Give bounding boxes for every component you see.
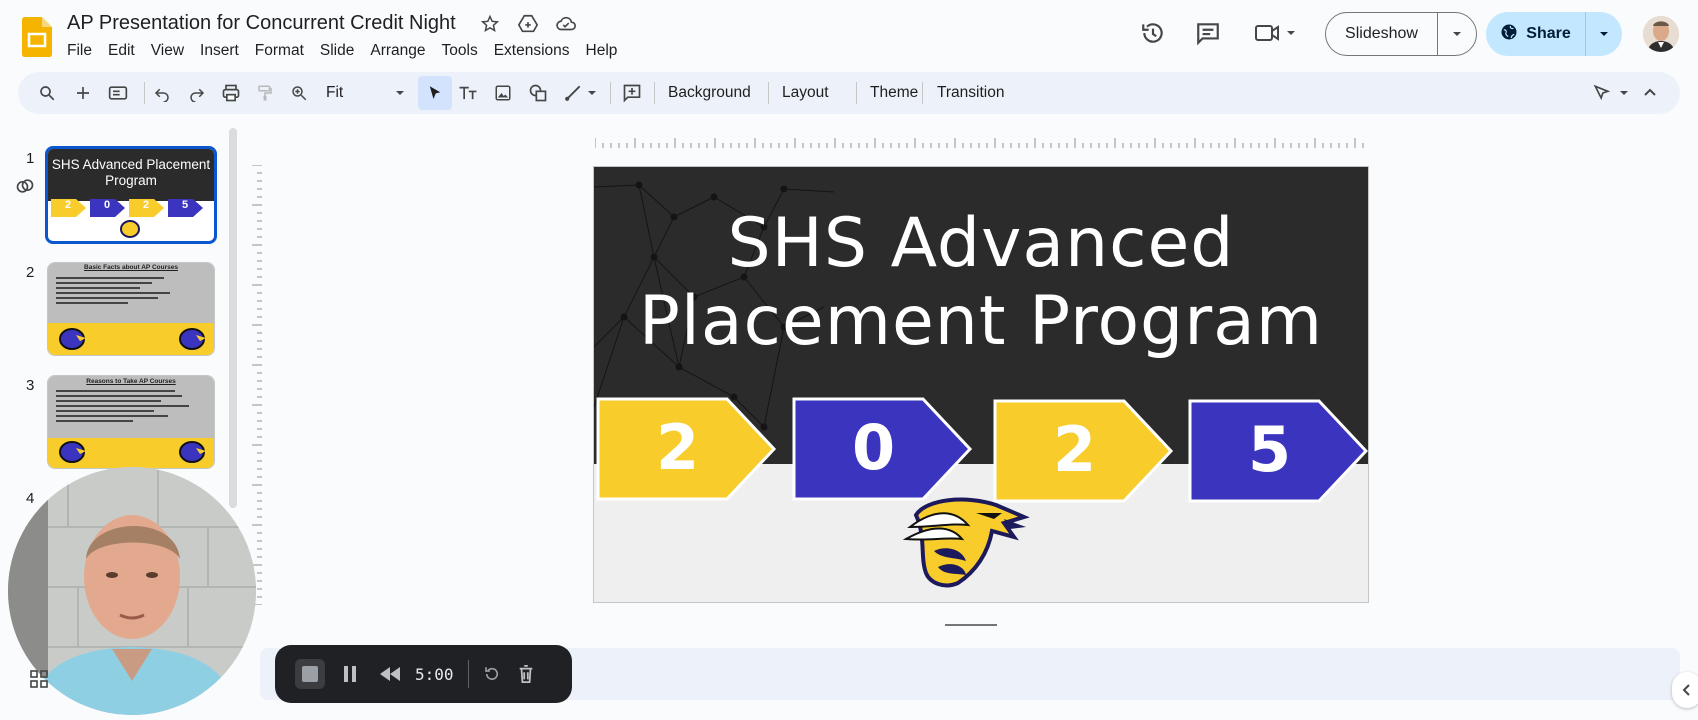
version-history-icon[interactable] bbox=[1139, 19, 1167, 47]
delete-recording-icon[interactable] bbox=[511, 659, 541, 689]
line-dropdown-icon[interactable] bbox=[584, 79, 600, 107]
menu-format[interactable]: Format bbox=[247, 40, 312, 62]
zoom-value: Fit bbox=[326, 84, 344, 101]
menu-arrange[interactable]: Arrange bbox=[362, 40, 433, 62]
slide-number: 4 bbox=[26, 490, 35, 507]
zoom-dropdown-icon[interactable] bbox=[386, 79, 414, 107]
star-icon[interactable] bbox=[478, 12, 502, 36]
menu-slide[interactable]: Slide bbox=[312, 40, 362, 62]
paint-format-icon[interactable] bbox=[251, 79, 279, 107]
thumb-digit: 5 bbox=[182, 199, 189, 211]
slide-thumbnail-1[interactable]: SHS Advanced Placement Program 2 0 2 5 bbox=[45, 146, 217, 244]
text-box-icon[interactable] bbox=[454, 79, 482, 107]
recording-controls: 5:00 bbox=[275, 645, 572, 703]
linked-object-icon[interactable] bbox=[15, 176, 35, 201]
recording-time: 5:00 bbox=[415, 664, 454, 684]
redo-icon[interactable] bbox=[183, 79, 211, 107]
thumb-digit: 2 bbox=[65, 199, 72, 211]
rewind-icon[interactable] bbox=[375, 659, 405, 689]
insert-image-icon[interactable] bbox=[489, 79, 517, 107]
print-icon[interactable] bbox=[217, 79, 245, 107]
globe-icon bbox=[1500, 23, 1518, 46]
background-button[interactable]: Background bbox=[668, 84, 751, 102]
zoom-select[interactable]: Fit bbox=[326, 84, 343, 102]
slide-layout-icon[interactable] bbox=[104, 79, 132, 107]
thumb-title: Reasons to Take AP Courses bbox=[86, 378, 176, 385]
layout-button[interactable]: Layout bbox=[782, 84, 829, 102]
meet-dropdown-icon[interactable] bbox=[1281, 19, 1301, 47]
add-comment-icon[interactable] bbox=[618, 79, 646, 107]
menu-bar: File Edit View Insert Format Slide Arran… bbox=[59, 40, 625, 62]
line-icon[interactable] bbox=[559, 79, 587, 107]
slide-thumbnail-2[interactable]: Basic Facts about AP Courses bbox=[47, 262, 215, 356]
vertical-ruler bbox=[252, 165, 262, 605]
menu-file[interactable]: File bbox=[59, 40, 100, 62]
rerecord-icon[interactable] bbox=[477, 659, 507, 689]
side-panel-toggle[interactable] bbox=[1672, 672, 1698, 708]
menu-insert[interactable]: Insert bbox=[192, 40, 247, 62]
editing-mode-icon[interactable] bbox=[1588, 79, 1616, 107]
toolbar: Fit Background Layout Theme Transition bbox=[18, 72, 1680, 114]
slideshow-button[interactable]: Slideshow bbox=[1325, 12, 1477, 56]
collapse-menus-icon[interactable] bbox=[1636, 79, 1664, 107]
slide-number: 1 bbox=[26, 150, 35, 167]
horizontal-ruler bbox=[595, 138, 1364, 148]
avatar[interactable] bbox=[1643, 16, 1679, 52]
pause-icon[interactable] bbox=[335, 659, 365, 689]
select-tool-icon[interactable] bbox=[418, 76, 452, 110]
share-dropdown-icon[interactable] bbox=[1586, 28, 1622, 40]
slide-number: 3 bbox=[26, 377, 35, 394]
zoom-icon[interactable] bbox=[285, 79, 313, 107]
slideshow-label[interactable]: Slideshow bbox=[1326, 13, 1438, 55]
thumb-digit: 0 bbox=[104, 199, 111, 211]
filmstrip-scrollbar[interactable] bbox=[229, 128, 237, 508]
header: AP Presentation for Concurrent Credit Ni… bbox=[0, 0, 1698, 70]
search-menus-icon[interactable] bbox=[33, 79, 61, 107]
editing-mode-dropdown-icon[interactable] bbox=[1616, 79, 1632, 107]
menu-view[interactable]: View bbox=[143, 40, 192, 62]
slide-thumbnail-3[interactable]: Reasons to Take AP Courses bbox=[47, 375, 215, 469]
thumb-title: Basic Facts about AP Courses bbox=[84, 264, 178, 271]
menu-edit[interactable]: Edit bbox=[100, 40, 143, 62]
undo-icon[interactable] bbox=[148, 79, 176, 107]
thumb-title: SHS Advanced Placement Program bbox=[51, 157, 211, 188]
menu-extensions[interactable]: Extensions bbox=[486, 40, 578, 62]
new-slide-icon[interactable] bbox=[69, 79, 97, 107]
slide-digit[interactable]: 5 bbox=[1248, 413, 1291, 486]
speaker-notes-resize-handle[interactable] bbox=[945, 624, 997, 626]
meet-camera-icon[interactable] bbox=[1254, 19, 1282, 47]
slide[interactable]: SHS Advanced Placement Program 2 0 2 5 bbox=[593, 166, 1369, 603]
comments-icon[interactable] bbox=[1194, 19, 1222, 47]
theme-button[interactable]: Theme bbox=[870, 84, 918, 102]
slide-digit[interactable]: 2 bbox=[1053, 413, 1096, 486]
slide-digit[interactable]: 0 bbox=[852, 411, 895, 484]
slideshow-dropdown-icon[interactable] bbox=[1438, 28, 1476, 40]
share-button[interactable]: Share bbox=[1486, 12, 1622, 56]
slides-logo-icon[interactable] bbox=[22, 17, 52, 57]
stop-icon[interactable] bbox=[295, 659, 325, 689]
document-title[interactable]: AP Presentation for Concurrent Credit Ni… bbox=[67, 12, 456, 35]
slide-digit[interactable]: 2 bbox=[656, 411, 699, 484]
move-to-drive-icon[interactable] bbox=[516, 12, 540, 36]
shape-icon[interactable] bbox=[524, 79, 552, 107]
share-label: Share bbox=[1526, 25, 1571, 42]
menu-tools[interactable]: Tools bbox=[434, 40, 486, 62]
transition-button[interactable]: Transition bbox=[937, 84, 1004, 102]
thumb-digit: 2 bbox=[143, 199, 150, 211]
chevron-left-icon bbox=[1682, 684, 1690, 696]
grid-apps-icon[interactable] bbox=[30, 670, 48, 688]
cloud-saved-icon[interactable] bbox=[554, 12, 578, 36]
menu-help[interactable]: Help bbox=[578, 40, 626, 62]
slide-number: 2 bbox=[26, 264, 35, 281]
